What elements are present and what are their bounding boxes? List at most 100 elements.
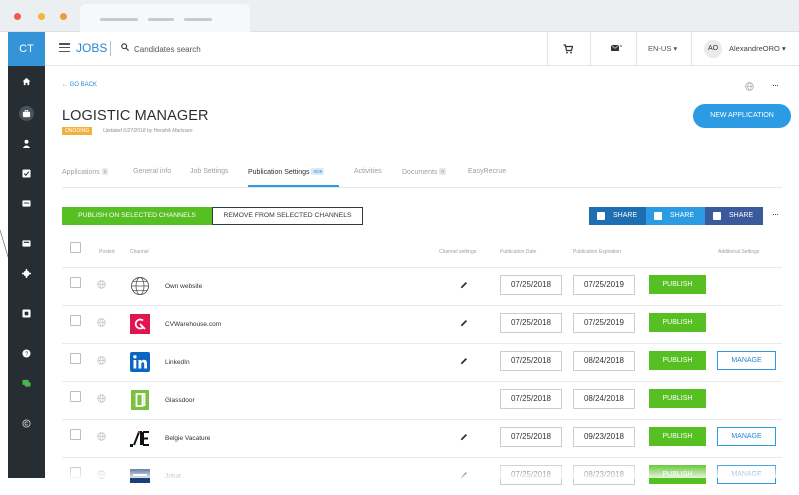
publish-button[interactable]: PUBLISH — [649, 351, 706, 370]
row-checkbox[interactable] — [70, 429, 81, 440]
browser-tab[interactable] — [80, 4, 250, 32]
user-menu[interactable]: AlexandreORO ▾ — [729, 44, 786, 53]
new-application-button[interactable]: NEW APPLICATION — [693, 104, 791, 128]
row-checkbox[interactable] — [70, 467, 81, 478]
close-window-button[interactable] — [14, 13, 21, 20]
jobs-nav-link[interactable]: JOBS — [76, 41, 107, 55]
pencil-icon[interactable] — [460, 433, 468, 441]
jobat-logo — [130, 466, 150, 486]
tab-activities[interactable]: Activities — [354, 168, 382, 175]
publish-button[interactable]: PUBLISH — [649, 465, 706, 484]
manage-button[interactable]: MANAGE — [717, 427, 776, 446]
channel-name: Own website — [165, 283, 203, 290]
window-titlebar — [0, 0, 799, 32]
expiration-date-input[interactable]: 08/23/2018 — [573, 465, 635, 485]
candidates-search-input[interactable] — [134, 40, 294, 58]
gear-icon — [22, 268, 31, 278]
tab-documents[interactable]: Documents 0 — [402, 168, 446, 176]
updated-info: Updated 6/27/2018 by Hendrik Marissen — [103, 128, 193, 134]
app-logo[interactable]: CT — [8, 32, 45, 66]
channel-name: Jobat — [165, 473, 181, 480]
publish-selected-channels-button[interactable]: PUBLISH ON SELECTED CHANNELS — [62, 207, 212, 225]
sidebar-item-jobs[interactable] — [8, 104, 45, 122]
manage-button[interactable]: MANAGE — [717, 351, 776, 370]
sidebar-item-home[interactable] — [8, 72, 45, 90]
publication-date-input[interactable]: 07/25/2018 — [500, 465, 562, 485]
go-back-link[interactable]: ← GO BACK — [62, 82, 97, 88]
sidebar-item-tasks[interactable] — [8, 164, 45, 182]
sidebar-item-inbox[interactable] — [8, 234, 45, 252]
tab-count-badge: 1 — [101, 168, 109, 175]
expiration-date-input[interactable]: 07/25/2019 — [573, 313, 635, 333]
more-actions-icon[interactable]: ··· — [772, 209, 779, 219]
maximize-window-button[interactable] — [60, 13, 67, 20]
expiration-date-input[interactable]: 08/24/2018 — [573, 389, 635, 409]
belgie-vacature-logo — [130, 428, 150, 448]
table-header: Posted Channel Channel settings Publicat… — [62, 240, 782, 266]
page-title: LOGISTIC MANAGER — [62, 108, 209, 124]
table-row: Jobat 07/25/2018 08/23/2018 PUBLISH MANA… — [62, 457, 782, 495]
pencil-icon[interactable] — [460, 357, 468, 365]
avatar[interactable]: AO — [704, 40, 722, 58]
share-facebook-button[interactable]: SHARE — [705, 207, 763, 225]
expiration-date-input[interactable]: 07/25/2019 — [573, 275, 635, 295]
menu-icon[interactable] — [59, 43, 70, 53]
table-row: LinkedIn 07/25/2018 08/24/2018 PUBLISH M… — [62, 343, 782, 381]
publish-button[interactable]: PUBLISH — [649, 313, 706, 332]
sidebar-item-chat[interactable] — [8, 374, 45, 392]
row-checkbox[interactable] — [70, 353, 81, 364]
minimize-window-button[interactable] — [38, 13, 45, 20]
header-publication-date: Publication Date — [500, 249, 537, 255]
share-twitter-button[interactable]: SHARE — [646, 207, 705, 225]
publication-date-input[interactable]: 07/25/2018 — [500, 351, 562, 371]
sidebar-item-candidates[interactable] — [8, 134, 45, 152]
publish-button[interactable]: PUBLISH — [649, 275, 706, 294]
tab-count-badge: 0 — [439, 168, 446, 175]
header-channel: Channel — [130, 249, 149, 255]
tab-general-info[interactable]: General info — [133, 168, 171, 175]
expiration-date-input[interactable]: 08/24/2018 — [573, 351, 635, 371]
remove-selected-channels-button[interactable]: REMOVE FROM SELECTED CHANNELS — [212, 207, 363, 225]
cart-icon[interactable] — [563, 44, 573, 54]
tab-easyrecrue[interactable]: EasyRecrue — [468, 168, 506, 175]
tab-job-settings[interactable]: Job Settings — [190, 168, 229, 175]
pencil-icon[interactable] — [460, 319, 468, 327]
share-linkedin-button[interactable]: SHARE — [589, 207, 646, 225]
publication-date-input[interactable]: 07/25/2018 — [500, 275, 562, 295]
language-selector[interactable]: EN-US ▾ — [648, 44, 677, 53]
more-options-icon[interactable]: ··· — [772, 80, 779, 90]
manage-button[interactable]: MANAGE — [717, 465, 776, 484]
cvwarehouse-logo — [130, 314, 150, 334]
sidebar-item-cards[interactable] — [8, 194, 45, 212]
publish-button[interactable]: PUBLISH — [649, 427, 706, 446]
publication-date-input[interactable]: 07/25/2018 — [500, 313, 562, 333]
row-checkbox[interactable] — [70, 315, 81, 326]
divider — [691, 32, 692, 66]
sidebar-item-copyright[interactable] — [8, 414, 45, 432]
help-icon: ? — [22, 348, 31, 357]
tab-publication-settings[interactable]: Publication Settings 0/29 — [248, 168, 325, 176]
publication-date-input[interactable]: 07/25/2018 — [500, 389, 562, 409]
publish-button[interactable]: PUBLISH — [649, 389, 706, 408]
tab-title-placeholder — [100, 18, 138, 21]
sidebar-item-settings[interactable] — [8, 264, 45, 282]
sidebar-item-help[interactable]: ? — [8, 344, 45, 362]
select-all-checkbox[interactable] — [70, 242, 81, 253]
row-checkbox[interactable] — [70, 277, 81, 288]
row-checkbox[interactable] — [70, 391, 81, 402]
tab-applications[interactable]: Applications 1 — [62, 168, 109, 176]
mail-icon[interactable] — [611, 45, 619, 51]
globe-icon — [97, 432, 106, 441]
user-icon — [22, 139, 31, 148]
divider — [590, 32, 591, 66]
expiration-date-input[interactable]: 09/23/2018 — [573, 427, 635, 447]
chat-icon — [22, 379, 31, 387]
globe-icon[interactable] — [745, 82, 754, 91]
publication-date-input[interactable]: 07/25/2018 — [500, 427, 562, 447]
active-tab-indicator — [248, 185, 339, 187]
home-icon — [22, 77, 31, 85]
pencil-icon[interactable] — [460, 281, 468, 289]
sidebar-item-box[interactable] — [8, 304, 45, 322]
divider — [110, 41, 111, 56]
divider — [547, 32, 548, 66]
